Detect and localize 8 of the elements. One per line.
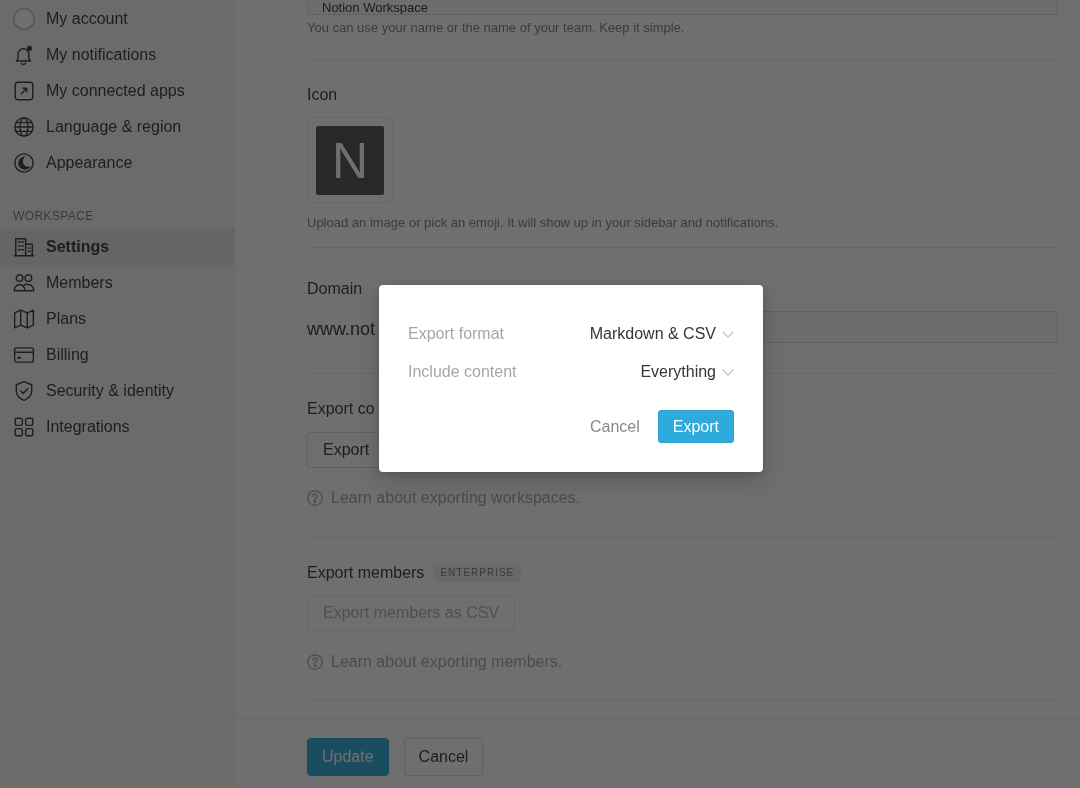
field-label: Icon xyxy=(307,85,339,105)
workspace-initial: N xyxy=(331,135,369,186)
field-label: Export format xyxy=(408,324,505,344)
section-title: Export members xyxy=(307,563,425,583)
field-label: Domain xyxy=(307,279,364,299)
field-label: Include content xyxy=(408,362,517,382)
domain-prefix: www.not xyxy=(307,318,376,341)
section-title: Export co xyxy=(307,399,376,419)
